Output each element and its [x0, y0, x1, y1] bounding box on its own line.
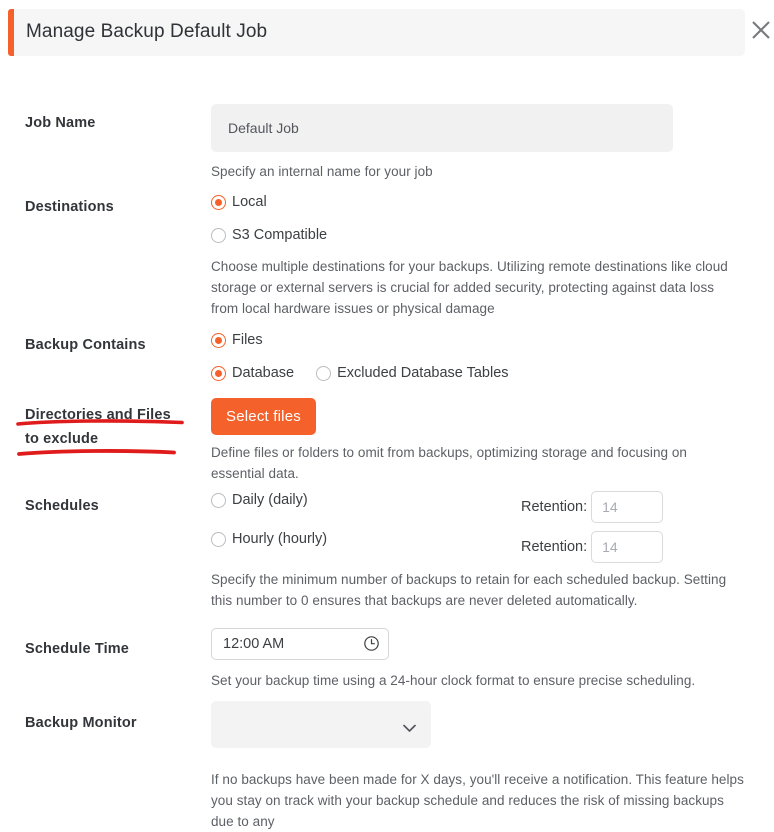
- job-name-input[interactable]: [211, 104, 673, 152]
- radio-database-indicator[interactable]: [211, 365, 226, 381]
- clock-icon[interactable]: [363, 635, 380, 652]
- radio-option-local[interactable]: Local: [211, 190, 751, 214]
- label-backup-contains: Backup Contains: [25, 337, 146, 353]
- radio-files-label[interactable]: Files: [232, 332, 263, 348]
- hint-exclude: Define files or folders to omit from bac…: [211, 445, 687, 481]
- radio-excluded-database-tables-indicator[interactable]: [316, 365, 332, 381]
- hint-job-name: Specify an internal name for your job: [211, 164, 433, 179]
- label-schedules: Schedules: [25, 498, 99, 514]
- schedule-time-control: [211, 628, 389, 660]
- retention-group-daily: Retention:: [521, 491, 664, 523]
- backup-job-form: Job Name Specify an internal name for yo…: [0, 70, 774, 829]
- hint-backup-monitor: If no backups have been made for X days,…: [211, 772, 744, 829]
- retention-daily-label: Retention:: [521, 499, 588, 515]
- hint-schedules: Specify the minimum number of backups to…: [211, 572, 727, 608]
- radio-option-daily[interactable]: Daily (daily): [211, 488, 751, 512]
- retention-group-hourly: Retention:: [521, 531, 664, 563]
- radio-s3-label[interactable]: S3 Compatible: [232, 227, 327, 243]
- backup-monitor-select[interactable]: [211, 701, 431, 748]
- hint-schedule-time: Set your backup time using a 24-hour clo…: [211, 673, 696, 688]
- radio-daily-indicator[interactable]: [211, 492, 226, 508]
- radio-database-label[interactable]: Database: [232, 365, 294, 381]
- label-directories-and-files-to-exclude: Directories and Files to exclude: [25, 403, 205, 451]
- modal-header: Manage Backup Default Job: [8, 9, 745, 56]
- retention-hourly-input[interactable]: [591, 531, 664, 563]
- header-accent-bar: [8, 9, 14, 56]
- label-destinations: Destinations: [25, 199, 114, 215]
- radio-local-indicator[interactable]: [211, 194, 226, 210]
- retention-daily-input[interactable]: [591, 491, 664, 523]
- radio-option-hourly[interactable]: Hourly (hourly): [211, 527, 751, 551]
- label-exclude-line1: Directories and Files: [25, 407, 171, 423]
- label-schedule-time: Schedule Time: [25, 641, 130, 657]
- label-job-name: Job Name: [25, 115, 96, 131]
- hint-destinations: Choose multiple destinations for your ba…: [211, 259, 728, 316]
- label-backup-monitor: Backup Monitor: [25, 715, 137, 731]
- radio-daily-label[interactable]: Daily (daily): [232, 492, 308, 508]
- close-icon[interactable]: [748, 17, 774, 43]
- radio-group-database: Database Excluded Database Tables: [211, 361, 751, 385]
- radio-excluded-database-tables-label[interactable]: Excluded Database Tables: [337, 365, 508, 381]
- radio-hourly-indicator[interactable]: [211, 531, 226, 547]
- radio-s3-indicator[interactable]: [211, 227, 226, 243]
- select-files-button[interactable]: Select files: [211, 398, 316, 435]
- label-exclude-line2: to exclude: [25, 431, 99, 447]
- radio-local-label[interactable]: Local: [232, 194, 267, 210]
- radio-option-s3-compatible[interactable]: S3 Compatible: [211, 223, 751, 247]
- radio-files-indicator[interactable]: [211, 332, 226, 348]
- backup-monitor-control: [211, 701, 431, 748]
- radio-hourly-label[interactable]: Hourly (hourly): [232, 531, 327, 547]
- retention-hourly-label: Retention:: [521, 539, 588, 555]
- page-title: Manage Backup Default Job: [26, 21, 268, 42]
- radio-option-files[interactable]: Files: [211, 328, 751, 352]
